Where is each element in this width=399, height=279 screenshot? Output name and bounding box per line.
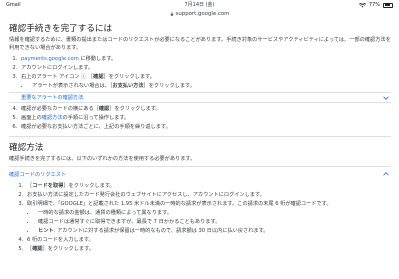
step-bold: コードを取得 bbox=[32, 183, 64, 190]
step-bold: 確認 bbox=[32, 246, 43, 253]
section-title-methods: 確認方法 bbox=[9, 142, 44, 153]
list-item: お支払い方法に設定したカード発行会社のウェブサイトにアクセスし、アカウントにログ… bbox=[25, 191, 391, 200]
step-text: 画面上の bbox=[21, 115, 42, 122]
list-item: 取引明細で、「GOOGLE」と記載された 1.95 米ドル未満の一時的な請求が表… bbox=[25, 200, 391, 236]
step-text: 確認が必要なカードの横にある［ bbox=[21, 106, 99, 113]
battery-icon bbox=[383, 2, 393, 8]
list-item: ［コードを取得］をクリックします。 bbox=[25, 182, 391, 191]
sub-list-item: 一時的な請求の金額は、通貨の種類によって異なります。 bbox=[36, 209, 391, 218]
expander-label: 確認コードのリクエスト bbox=[9, 171, 67, 178]
payments-link[interactable]: payments.google.com bbox=[21, 56, 79, 62]
step-bold: 確認 bbox=[93, 74, 104, 81]
address-bar[interactable]: support.google.com bbox=[0, 9, 399, 19]
list-item: アカウントにログインします。 bbox=[19, 64, 391, 73]
step-text: 取引明細で、「GOOGLE」と記載された 1.95 米ドル未満の一時的な請求が表… bbox=[27, 201, 332, 208]
article-content: 確認手続きを完了するには 情報を確認するために、書類の提出またはコードのリクエス… bbox=[9, 24, 391, 254]
list-item: payments.google.com に移動します。 bbox=[19, 55, 391, 64]
list-item: 6 桁のコードを入力します。 bbox=[25, 236, 391, 245]
verification-methods-link[interactable]: 確認方法 bbox=[42, 115, 63, 121]
step-text: の手順に沿って操作します。 bbox=[62, 115, 130, 122]
battery-level bbox=[384, 4, 391, 6]
expander-important-alerts[interactable]: 重要なアラートの確認方法 bbox=[9, 92, 391, 104]
lock-icon bbox=[170, 11, 173, 16]
list-item: 右上のアラート アイコン ⓘ ［確認］をクリックします。 アラートが表示されない… bbox=[19, 73, 391, 91]
list-item: 確認が必要なカードの横にある［確認］をクリックします。 bbox=[19, 105, 391, 114]
sub-list-item: 確認コードは通常すぐに取得できますが、最長で 7 日かかることもあります。 bbox=[36, 218, 391, 227]
expander-panel: ［コードを取得］をクリックします。 お支払い方法に設定したカード発行会社のウェブ… bbox=[9, 181, 391, 254]
section-intro: 情報を確認するために、書類の提出またはコードのリクエストが必要になることがありま… bbox=[9, 37, 391, 51]
url-text: support.google.com bbox=[175, 11, 230, 17]
step-text: ］をクリックします。 bbox=[63, 183, 115, 190]
section-divider bbox=[9, 136, 391, 137]
step-text: ］をクリックします。 bbox=[109, 106, 161, 113]
sub-list: 一時的な請求の金額は、通貨の種類によって異なります。 確認コードは通常すぐに取得… bbox=[27, 209, 391, 236]
step-bold: お支払い方法 bbox=[112, 83, 144, 90]
list-item: 確認が必要なお支払い方法ごとに、上記の手順を繰り返します。 bbox=[19, 123, 391, 132]
list-item: 画面上の確認方法の手順に沿って操作します。 bbox=[19, 114, 391, 123]
step-text: ］をクリックします。 bbox=[143, 83, 195, 90]
step-text: 右上のアラート アイコン bbox=[21, 74, 82, 81]
step-text: : アカウントに対する請求が保留は一時的なもので、請求額は 30 日以内に払い戻… bbox=[53, 228, 269, 235]
step-bold: ヒント bbox=[38, 228, 54, 235]
step-text: ］をクリックします。 bbox=[103, 74, 155, 81]
sub-list-item: アラートが表示されない場合は、［お支払い方法］をクリックします。 bbox=[30, 82, 391, 91]
step-bold: 確認 bbox=[98, 106, 110, 113]
steps-list-3: ［コードを取得］をクリックします。 お支払い方法に設定したカード発行会社のウェブ… bbox=[15, 182, 391, 254]
step-text: に移動します。 bbox=[78, 56, 117, 63]
expander-request-code[interactable]: 確認コードのリクエスト bbox=[9, 166, 391, 181]
step-text: アラートが表示されない場合は、［ bbox=[32, 83, 113, 90]
chevron-down-icon bbox=[383, 96, 389, 100]
steps-list-1: payments.google.com に移動します。 アカウントにログインしま… bbox=[9, 55, 391, 91]
sub-list: アラートが表示されない場合は、［お支払い方法］をクリックします。 bbox=[21, 82, 391, 91]
steps-list-2: 確認が必要なカードの横にある［確認］をクリックします。 画面上の確認方法の手順に… bbox=[9, 105, 391, 132]
expander-label: 重要なアラートの確認方法 bbox=[21, 95, 84, 102]
step-text: ］をクリックします。 bbox=[42, 246, 94, 253]
sub-list-item: ヒント: アカウントに対する請求が保留は一時的なもので、請求額は 30 日以内に… bbox=[36, 227, 391, 236]
chevron-up-icon bbox=[383, 172, 389, 176]
wifi-icon bbox=[358, 2, 366, 7]
list-item: ［確認］をクリックします。 bbox=[25, 245, 391, 254]
section-title-complete-verification: 確認手続きを完了するには bbox=[9, 24, 113, 34]
section-intro: 確認手続きを完了するには、以下のいずれかの方法を使用する必要があります。 bbox=[9, 155, 196, 162]
